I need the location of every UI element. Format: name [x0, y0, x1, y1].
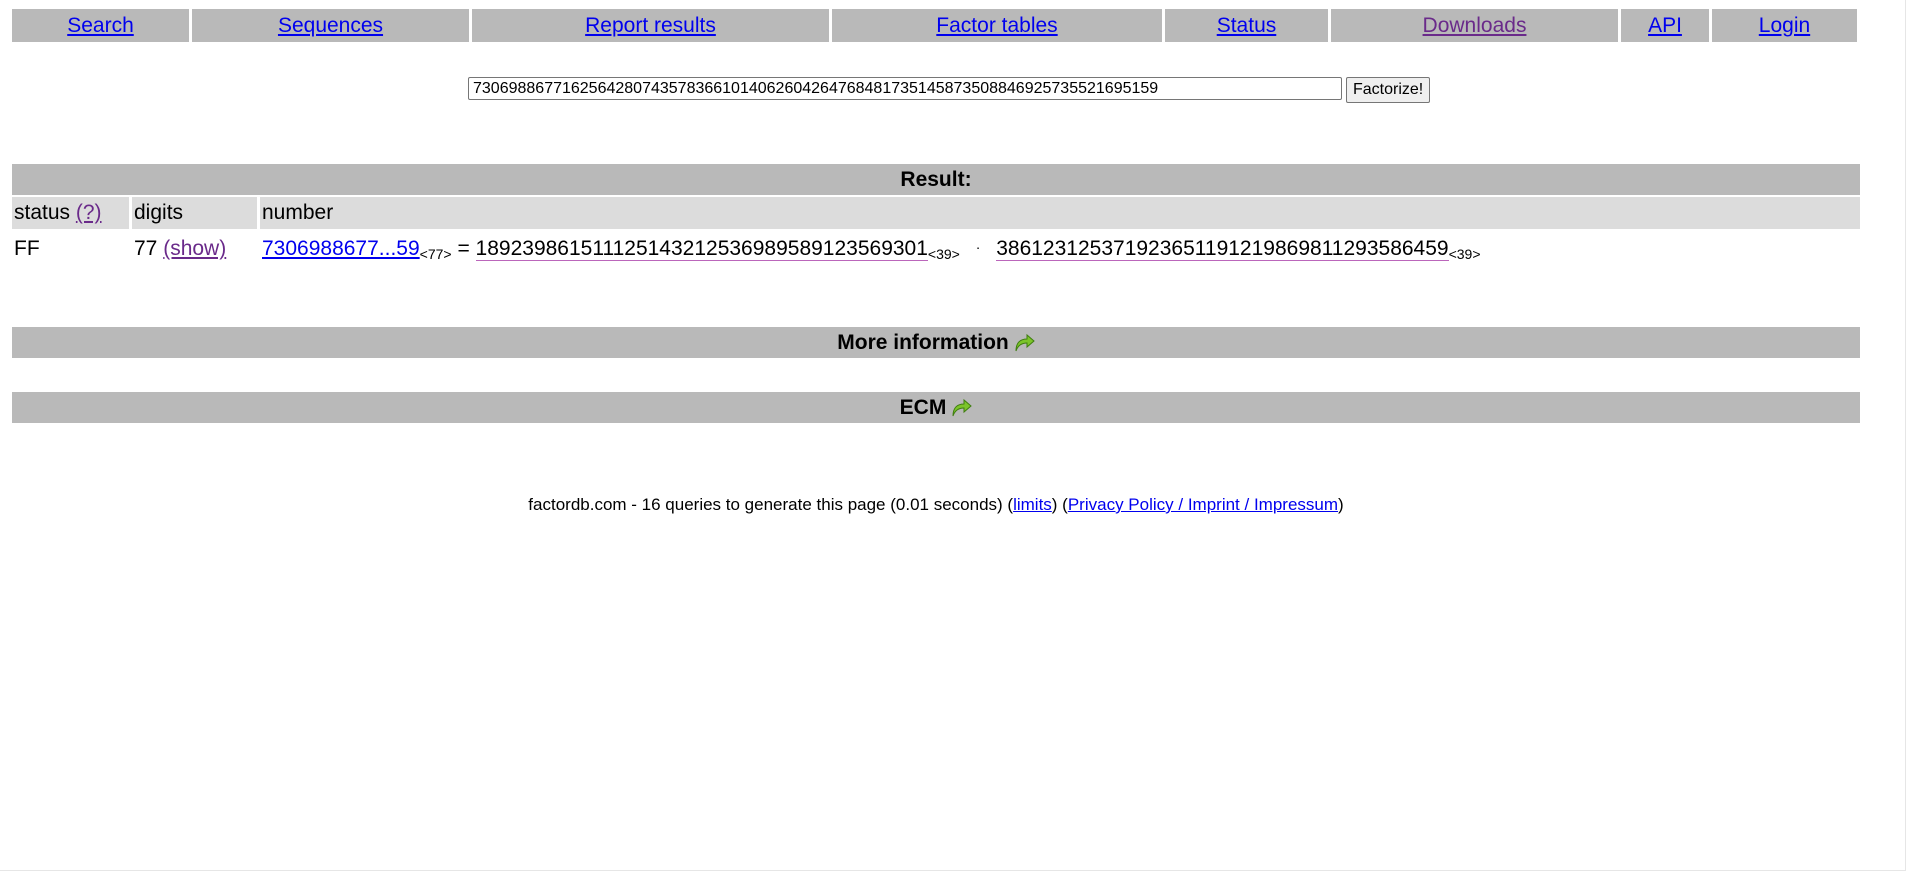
table-row: FF 77 (show) 7306988677...59<77> = 18923…: [12, 233, 1860, 265]
nav-login[interactable]: Login: [1712, 9, 1857, 42]
multiplication-dot: ·: [975, 238, 981, 255]
more-information-bar[interactable]: More information: [12, 327, 1860, 358]
expand-arrow-icon: [1015, 333, 1035, 351]
factorize-form: Factorize!: [468, 77, 1431, 103]
factor-1-link[interactable]: 189239861511125143212536989589123569301: [475, 236, 928, 261]
ecm-label: ECM: [899, 395, 947, 419]
nav-report-results[interactable]: Report results: [472, 9, 829, 42]
ecm-bar[interactable]: ECM: [12, 392, 1860, 423]
status-column-header: status (?): [12, 197, 129, 229]
status-cell: FF: [14, 237, 40, 260]
expand-arrow-icon: [952, 398, 973, 416]
privacy-policy-link[interactable]: Privacy Policy / Imprint / Impressum: [1068, 495, 1338, 514]
status-help-link[interactable]: (?): [76, 201, 102, 225]
footer-mid: ) (: [1051, 495, 1068, 514]
nav-api[interactable]: API: [1621, 9, 1709, 42]
nav-factor-tables[interactable]: Factor tables: [832, 9, 1162, 42]
more-information-label: More information: [837, 330, 1009, 354]
digits-value: 77: [134, 237, 158, 260]
page-content: Search Sequences Report results Factor t…: [12, 9, 1860, 514]
nav-search[interactable]: Search: [12, 9, 189, 42]
limits-link[interactable]: limits: [1013, 495, 1052, 514]
nav-status[interactable]: Status: [1165, 9, 1328, 42]
show-number-link[interactable]: (show): [163, 237, 226, 260]
result-title: Result:: [900, 167, 972, 191]
equals-sign: =: [457, 236, 470, 260]
result-header-bar: Result:: [12, 164, 1860, 195]
page-frame: [0, 0, 1906, 871]
digits-column-header: digits: [132, 197, 257, 229]
factor-2-link[interactable]: 386123125371923651191219869811293586459: [996, 236, 1449, 261]
number-digit-count: <77>: [419, 245, 452, 262]
factor-1-digit-count: <39>: [927, 245, 960, 262]
page-footer: factordb.com - 16 queries to generate th…: [12, 495, 1860, 515]
number-column-header: number: [260, 197, 1860, 229]
factor-2-digit-count: <39>: [1448, 245, 1481, 262]
digits-cell: 77 (show): [132, 237, 257, 261]
top-navigation: Search Sequences Report results Factor t…: [12, 9, 1860, 42]
status-header-label: status: [14, 201, 71, 224]
number-input[interactable]: [468, 77, 1342, 100]
footer-suffix: ): [1338, 495, 1344, 514]
result-table-header: status (?) digits number: [12, 197, 1860, 229]
nav-sequences[interactable]: Sequences: [192, 9, 469, 42]
footer-prefix: factordb.com - 16 queries to generate th…: [528, 495, 1014, 514]
factorize-button[interactable]: Factorize!: [1346, 77, 1431, 103]
nav-downloads[interactable]: Downloads: [1331, 9, 1618, 42]
number-link[interactable]: 7306988677...59: [262, 237, 420, 260]
number-cell: 7306988677...59<77> = 189239861511125143…: [260, 236, 1860, 262]
